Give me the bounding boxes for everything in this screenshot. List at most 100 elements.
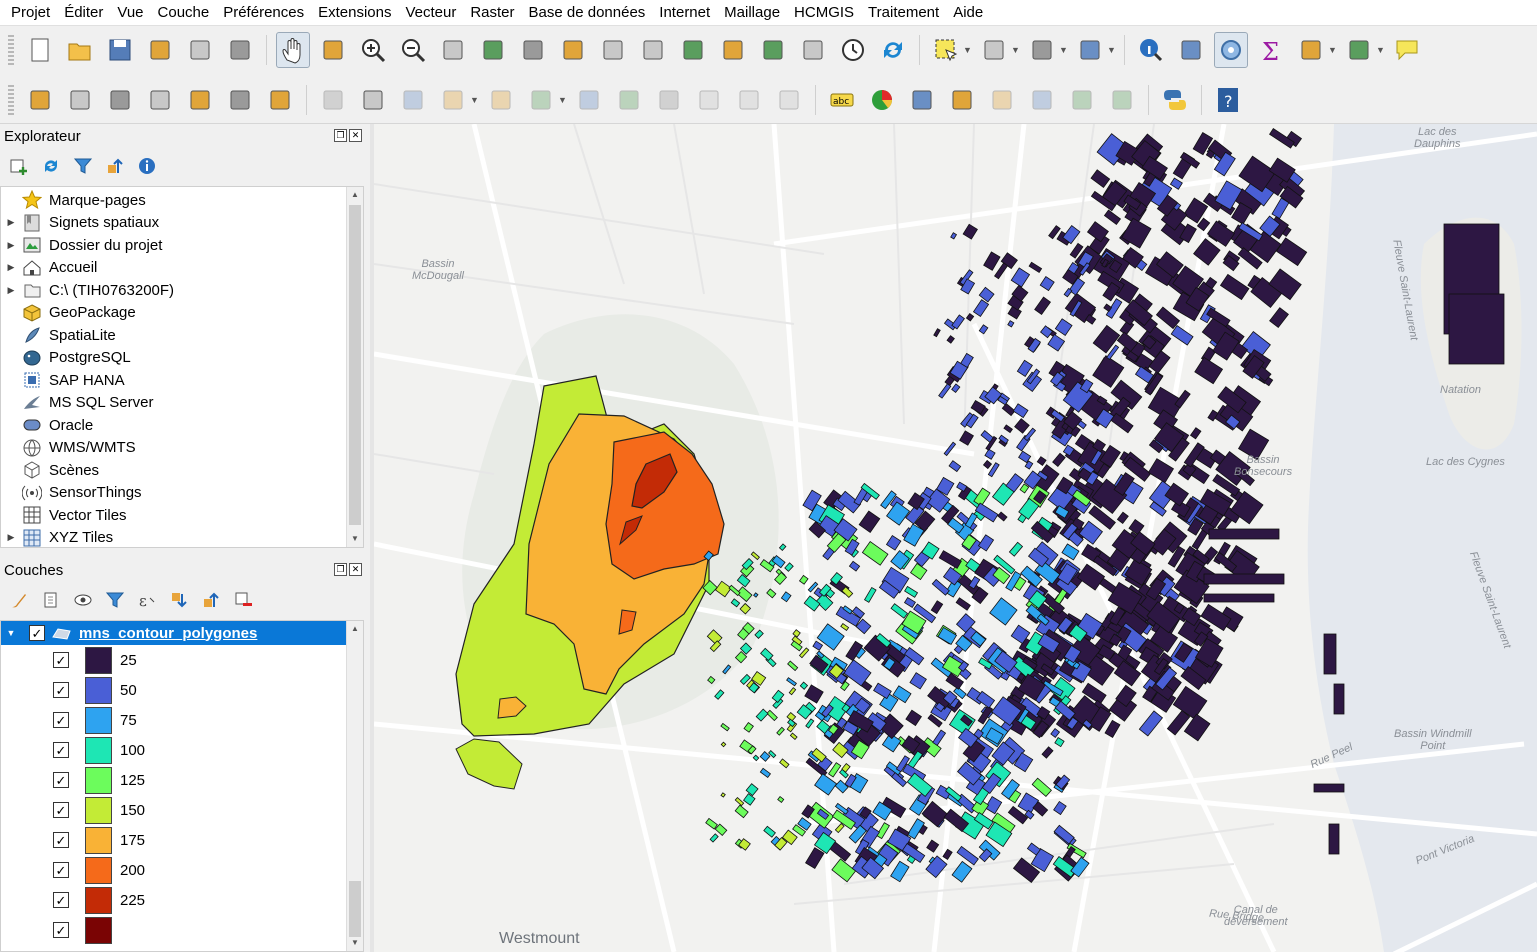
remove-layer-button[interactable] <box>230 587 256 613</box>
collapse-all-button[interactable] <box>102 153 128 179</box>
browser-item-project-folder[interactable]: ▶ Dossier du projet <box>1 234 363 257</box>
zoom-next-button[interactable] <box>636 32 670 68</box>
toolbar-handle[interactable] <box>8 84 14 115</box>
browser-item-drive[interactable]: ▶ C:\ (TIH0763200F) <box>1 279 363 302</box>
change-label-button[interactable] <box>1105 82 1139 118</box>
filter-legend-button[interactable] <box>102 587 128 613</box>
browser-item-spatialite[interactable]: SpatiaLite <box>1 324 363 347</box>
modify-attributes-button[interactable] <box>524 82 558 118</box>
expand-arrow-icon[interactable]: ▶ <box>1 532 21 543</box>
highlight-labels-button[interactable] <box>945 82 979 118</box>
dropdown-arrow-icon[interactable]: ▼ <box>1107 32 1116 68</box>
dropdown-arrow-icon[interactable]: ▼ <box>1328 32 1337 68</box>
identify-button[interactable] <box>1134 32 1168 68</box>
class-visibility-checkbox[interactable]: ✓ <box>53 712 69 728</box>
statistics-button[interactable]: Σ <box>1254 32 1288 68</box>
add-selected-layers-button[interactable] <box>6 153 32 179</box>
browser-item-sensorthings[interactable]: SensorThings <box>1 482 363 505</box>
new-temp-scratch-button[interactable] <box>263 82 297 118</box>
processing-toolbox-button[interactable] <box>1214 32 1248 68</box>
browser-item-bookmark[interactable]: ▶ Signets spatiaux <box>1 212 363 235</box>
toggle-editing-button[interactable] <box>356 82 390 118</box>
show-bookmarks-button[interactable] <box>796 32 830 68</box>
attribute-table-button[interactable] <box>1174 32 1208 68</box>
paste-features-button[interactable] <box>692 82 726 118</box>
python-console-button[interactable] <box>1158 82 1192 118</box>
menu-couche[interactable]: Couche <box>151 0 217 26</box>
zoom-out-button[interactable] <box>396 32 430 68</box>
float-panel-button[interactable]: ❐ <box>334 129 347 142</box>
legend-class-row[interactable]: ✓ 100 <box>1 735 363 765</box>
layers-scrollbar[interactable]: ▲ ▼ <box>346 621 363 951</box>
float-panel-button[interactable]: ❐ <box>334 563 347 576</box>
browser-item-postgresql[interactable]: PostgreSQL <box>1 347 363 370</box>
new-shapefile-button[interactable] <box>103 82 137 118</box>
browser-item-scenes[interactable]: Scènes <box>1 459 363 482</box>
rotate-label-button[interactable] <box>1065 82 1099 118</box>
move-label-button[interactable] <box>1025 82 1059 118</box>
legend-class-row[interactable]: ✓ 75 <box>1 705 363 735</box>
layout-manager-button[interactable] <box>183 32 217 68</box>
expand-arrow-icon[interactable]: ▶ <box>1 217 21 228</box>
menu-maillage[interactable]: Maillage <box>717 0 787 26</box>
new-project-button[interactable] <box>23 32 57 68</box>
menu-internet[interactable]: Internet <box>652 0 717 26</box>
filter-button[interactable] <box>70 153 96 179</box>
class-visibility-checkbox[interactable]: ✓ <box>53 682 69 698</box>
class-visibility-checkbox[interactable]: ✓ <box>53 922 69 938</box>
browser-item-mssql[interactable]: MS SQL Server <box>1 392 363 415</box>
copy-features-button[interactable] <box>652 82 686 118</box>
legend-class-row[interactable]: ✓ 125 <box>1 765 363 795</box>
dropdown-arrow-icon[interactable]: ▼ <box>1376 32 1385 68</box>
open-project-button[interactable] <box>63 32 97 68</box>
class-visibility-checkbox[interactable]: ✓ <box>53 892 69 908</box>
zoom-to-layer-button[interactable] <box>516 32 550 68</box>
new-mesh-button[interactable] <box>223 82 257 118</box>
class-visibility-checkbox[interactable]: ✓ <box>53 772 69 788</box>
deselect-button[interactable] <box>1025 32 1059 68</box>
browser-item-home[interactable]: ▶ Accueil <box>1 257 363 280</box>
close-panel-button[interactable]: ✕ <box>349 129 362 142</box>
menu-traitement[interactable]: Traitement <box>861 0 946 26</box>
legend-class-row[interactable]: ✓ 150 <box>1 795 363 825</box>
diagram-tool-button[interactable] <box>865 82 899 118</box>
pan-to-selection-button[interactable] <box>316 32 350 68</box>
new-map-view-button[interactable] <box>676 32 710 68</box>
class-visibility-checkbox[interactable]: ✓ <box>53 832 69 848</box>
class-visibility-checkbox[interactable]: ✓ <box>53 862 69 878</box>
toolbar-handle[interactable] <box>8 35 14 65</box>
browser-item-oracle[interactable]: Oracle <box>1 414 363 437</box>
new-virtual-button[interactable] <box>183 82 217 118</box>
zoom-native-button[interactable] <box>556 32 590 68</box>
style-manager-button[interactable] <box>223 32 257 68</box>
browser-item-geopackage[interactable]: GeoPackage <box>1 302 363 325</box>
menu-extensions[interactable]: Extensions <box>311 0 398 26</box>
add-vector-layer-button[interactable] <box>23 82 57 118</box>
refresh-button[interactable] <box>38 153 64 179</box>
legend-class-row[interactable]: ✓ 200 <box>1 855 363 885</box>
dropdown-arrow-icon[interactable]: ▼ <box>558 82 567 118</box>
browser-item-star[interactable]: Marque-pages <box>1 189 363 212</box>
close-panel-button[interactable]: ✕ <box>349 563 362 576</box>
browser-item-sap-hana[interactable]: SAP HANA <box>1 369 363 392</box>
legend-class-row[interactable]: ✓ 175 <box>1 825 363 855</box>
menu-vue[interactable]: Vue <box>110 0 150 26</box>
measure-button[interactable] <box>1342 32 1376 68</box>
new-bookmark-button[interactable] <box>756 32 790 68</box>
menu-base-de-donn-es[interactable]: Base de données <box>522 0 653 26</box>
properties-button[interactable] <box>134 153 160 179</box>
class-visibility-checkbox[interactable]: ✓ <box>53 652 69 668</box>
layer-row-mns-contour[interactable]: ▼ ✓ mns_contour_polygones <box>1 621 363 645</box>
new-print-layout-button[interactable] <box>143 32 177 68</box>
menu-aide[interactable]: Aide <box>946 0 990 26</box>
annotation-button[interactable] <box>1390 32 1424 68</box>
menu--diter[interactable]: Éditer <box>57 0 110 26</box>
layer-styling-button[interactable] <box>6 587 32 613</box>
add-group-button[interactable] <box>38 587 64 613</box>
add-geopackage-button[interactable] <box>63 82 97 118</box>
class-visibility-checkbox[interactable]: ✓ <box>53 802 69 818</box>
expand-arrow-icon[interactable]: ▶ <box>1 285 21 296</box>
show-hide-labels-button[interactable] <box>985 82 1019 118</box>
add-feature-button[interactable] <box>436 82 470 118</box>
cut-features-button[interactable] <box>612 82 646 118</box>
